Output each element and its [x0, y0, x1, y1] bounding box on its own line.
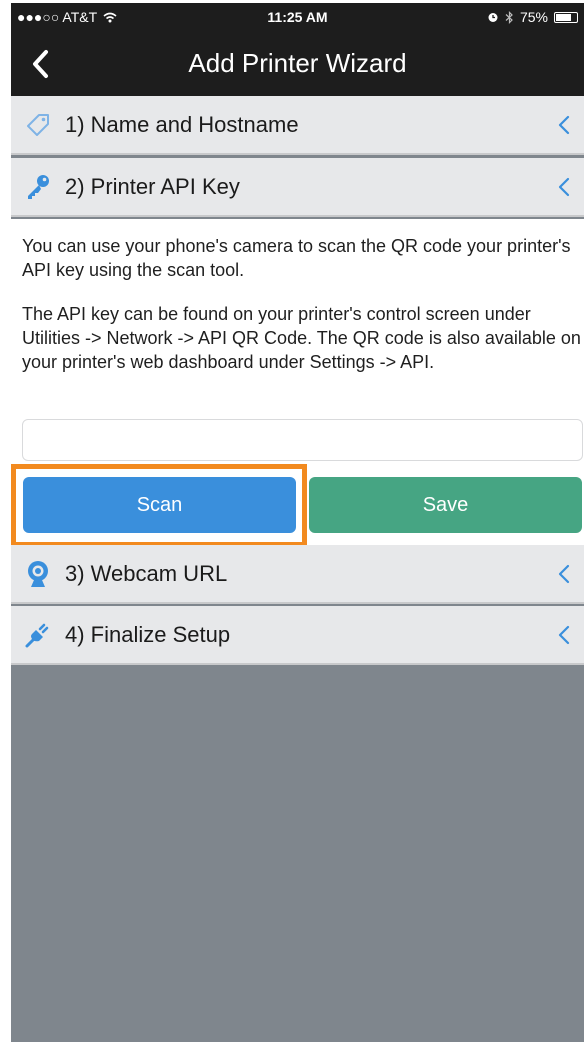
status-bar: ●●●○○ AT&T 11:25 AM 75%	[11, 3, 584, 31]
section-finalize-setup[interactable]: 4) Finalize Setup	[11, 606, 584, 665]
page-title: Add Printer Wizard	[188, 48, 407, 78]
section-label: 2) Printer API Key	[65, 173, 240, 199]
section-label: 4) Finalize Setup	[65, 621, 231, 647]
api-key-panel: You can use your phone's camera to scan …	[11, 219, 584, 547]
chevron-left-icon	[552, 562, 576, 586]
section-webcam-url[interactable]: 3) Webcam URL	[11, 545, 584, 604]
tag-icon	[21, 108, 55, 142]
save-button[interactable]: Save	[309, 477, 582, 533]
scan-button[interactable]: Scan	[23, 477, 296, 533]
webcam-icon	[21, 557, 55, 591]
section-printer-api-key[interactable]: 2) Printer API Key	[11, 158, 584, 217]
battery-icon	[554, 11, 578, 23]
battery-fill	[556, 13, 571, 21]
scan-instructions: You can use your phone's camera to scan …	[22, 236, 571, 280]
section-name-and-hostname[interactable]: 1) Name and Hostname	[11, 96, 584, 155]
chevron-left-icon	[552, 113, 576, 137]
key-icon	[21, 170, 55, 204]
api-key-input[interactable]	[22, 419, 583, 461]
plug-icon	[21, 618, 55, 652]
chevron-left-icon	[552, 623, 576, 647]
status-right: 75%	[487, 9, 578, 25]
alarm-icon	[488, 13, 498, 22]
bluetooth-icon	[505, 10, 513, 24]
api-key-location-help: The API key can be found on your printer…	[22, 304, 581, 372]
battery-percent: 75%	[519, 9, 548, 25]
section-label: 1) Name and Hostname	[65, 111, 299, 137]
chevron-left-icon	[552, 175, 576, 199]
nav-bar: Add Printer Wizard	[11, 31, 584, 96]
section-label: 3) Webcam URL	[65, 560, 228, 586]
phone-screen: ●●●○○ AT&T 11:25 AM 75% Add Printer Wiza…	[11, 3, 584, 1042]
